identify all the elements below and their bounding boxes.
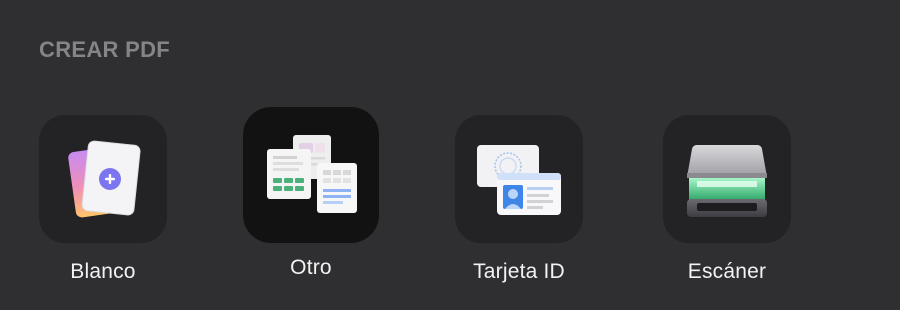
scanner-icon <box>687 145 767 217</box>
other-tile-label: Otro <box>290 256 332 279</box>
blank-tile-label: Blanco <box>70 260 136 283</box>
id-card-tile-label: Tarjeta ID <box>473 260 565 283</box>
create-other-tile[interactable]: Otro <box>231 107 391 280</box>
create-id-card-tile[interactable]: Tarjeta ID <box>439 111 599 284</box>
create-scanner-tile[interactable]: Escáner <box>647 111 807 284</box>
blank-pages-plus-icon <box>68 140 141 218</box>
other-tile-icon-box[interactable] <box>243 107 379 243</box>
create-blank-tile[interactable]: Blanco <box>23 111 183 284</box>
id-card-icon <box>477 145 561 215</box>
other-documents-icon <box>267 135 357 213</box>
blank-tile-icon-box[interactable] <box>39 115 167 243</box>
id-card-tile-icon-box[interactable] <box>455 115 583 243</box>
scanner-tile-label: Escáner <box>687 260 767 283</box>
section-title: CREAR PDF <box>39 37 171 62</box>
create-pdf-panel: CREAR PDF Blanco Otro Tarjeta ID Escáner <box>0 0 900 310</box>
scanner-tile-icon-box[interactable] <box>663 115 791 243</box>
